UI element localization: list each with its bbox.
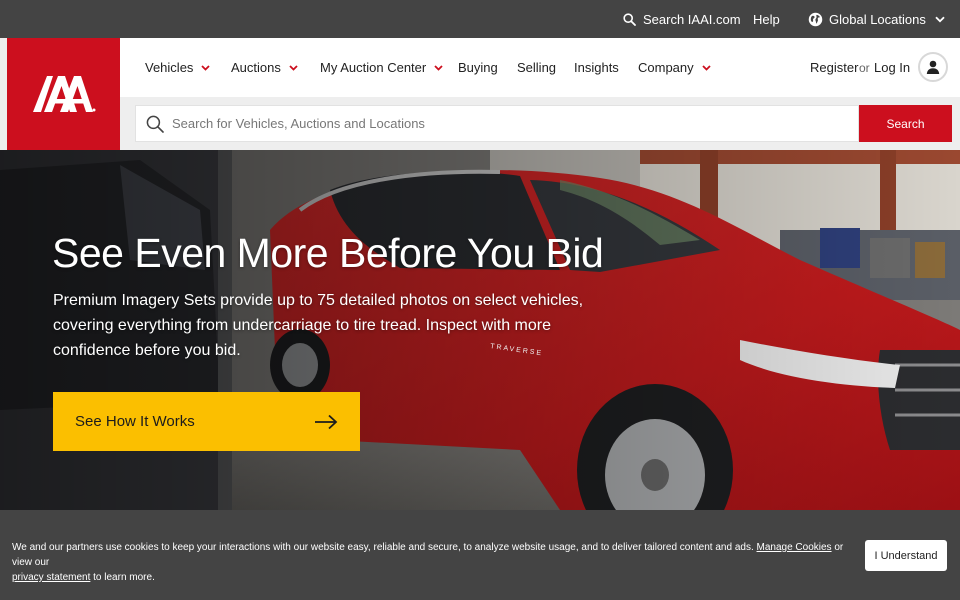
chevron-down-icon xyxy=(702,64,711,71)
hero-banner: TRAVERSE See Even More Before You Bid Pr… xyxy=(0,150,960,510)
global-locations-dropdown[interactable]: Global Locations xyxy=(808,0,945,38)
site-header: Vehicles Auctions My Auction Center Buyi… xyxy=(0,38,960,150)
hero-title: See Even More Before You Bid xyxy=(52,230,604,276)
utility-search-label: Search IAAI.com xyxy=(643,11,741,27)
cookie-message: We and our partners use cookies to keep … xyxy=(12,540,852,585)
help-label: Help xyxy=(753,11,780,27)
search-bar xyxy=(135,105,859,142)
nav-insights-label: Insights xyxy=(574,60,619,75)
search-button[interactable]: Search xyxy=(859,105,952,142)
chevron-down-icon xyxy=(201,64,211,71)
or-separator: or xyxy=(859,38,870,97)
utility-search-link[interactable]: Search IAAI.com xyxy=(623,0,741,38)
nav-my-auction-center[interactable]: My Auction Center xyxy=(320,38,443,97)
nav-buying[interactable]: Buying xyxy=(458,38,498,97)
nav-auctions-label: Auctions xyxy=(231,60,281,75)
iaa-logo[interactable] xyxy=(7,38,120,150)
login-link[interactable]: Log In xyxy=(874,38,910,97)
register-label: Register xyxy=(810,60,859,75)
privacy-statement-link[interactable]: privacy statement xyxy=(12,572,90,583)
search-icon xyxy=(623,12,636,26)
global-locations-label: Global Locations xyxy=(829,11,926,27)
register-link[interactable]: Register xyxy=(810,38,858,97)
chevron-down-icon xyxy=(289,64,298,71)
nav-auctions[interactable]: Auctions xyxy=(231,38,298,97)
nav-vehicles[interactable]: Vehicles xyxy=(145,38,211,97)
account-button[interactable] xyxy=(918,52,948,82)
nav-insights[interactable]: Insights xyxy=(574,38,619,97)
nav-company-label: Company xyxy=(638,60,694,75)
nav-vehicles-label: Vehicles xyxy=(145,60,194,75)
user-icon xyxy=(925,59,941,75)
search-icon xyxy=(146,115,164,138)
accept-cookies-button[interactable]: I Understand xyxy=(865,540,947,571)
cookie-text-before: We and our partners use cookies to keep … xyxy=(12,542,754,553)
nav-selling[interactable]: Selling xyxy=(517,38,556,97)
main-nav: Vehicles Auctions My Auction Center Buyi… xyxy=(120,38,960,97)
or-label: or xyxy=(859,60,870,75)
nav-my-auction-center-label: My Auction Center xyxy=(320,60,427,75)
login-label: Log In xyxy=(874,60,911,75)
nav-selling-label: Selling xyxy=(517,60,557,75)
hero-subtitle: Premium Imagery Sets provide up to 75 de… xyxy=(53,292,584,359)
iaa-logo-mark xyxy=(32,76,95,112)
cta-label: See How It Works xyxy=(75,413,195,430)
globe-icon xyxy=(808,12,823,27)
chevron-down-icon xyxy=(935,16,945,23)
chevron-down-icon xyxy=(434,64,443,71)
help-link[interactable]: Help xyxy=(753,0,780,38)
nav-company[interactable]: Company xyxy=(638,38,711,97)
utility-bar: Search IAAI.com Help Global Locations xyxy=(0,0,960,38)
arrow-right-icon xyxy=(314,414,338,430)
nav-buying-label: Buying xyxy=(458,60,498,75)
search-input[interactable] xyxy=(172,106,852,141)
see-how-it-works-button[interactable]: See How It Works xyxy=(53,392,360,451)
cookie-banner: We and our partners use cookies to keep … xyxy=(0,510,960,600)
manage-cookies-link[interactable]: Manage Cookies xyxy=(757,542,832,553)
cookie-text-after: to learn more. xyxy=(93,572,155,583)
